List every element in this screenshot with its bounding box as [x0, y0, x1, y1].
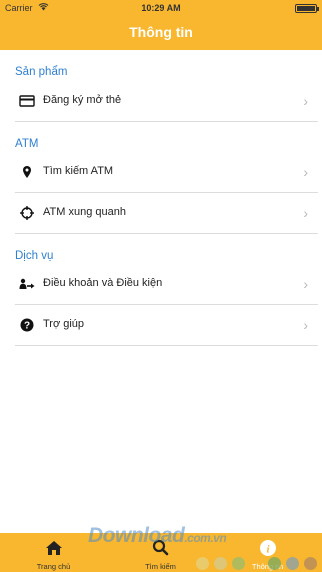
section-header-products: Sản phẩm — [15, 66, 68, 78]
list-item-terms[interactable]: Điều khoản và Điều kiện › — [15, 264, 318, 305]
crosshair-icon — [19, 206, 35, 220]
page-title: Thông tin — [129, 24, 193, 40]
list-item-help[interactable]: ? Trợ giúp › — [15, 305, 318, 346]
navigation-bar: Thông tin — [0, 16, 322, 50]
list-item-label: Điều khoản và Điều kiện — [43, 277, 163, 289]
watermark-logo: Download.com.vn — [88, 524, 227, 547]
location-pin-icon — [19, 165, 35, 179]
tab-label: Trang chủ — [36, 562, 71, 571]
chevron-right-icon: › — [303, 317, 308, 333]
home-icon — [44, 539, 64, 557]
chevron-right-icon: › — [303, 93, 308, 109]
watermark-dots — [196, 557, 322, 571]
list-item-label: ATM xung quanh — [43, 206, 126, 218]
list-item-register-card[interactable]: Đăng ký mở thẻ › — [15, 81, 318, 122]
terms-icon — [19, 277, 35, 291]
section-header-services: Dịch vụ — [15, 250, 54, 262]
info-icon: i — [258, 539, 278, 557]
battery-icon — [295, 4, 319, 13]
list-item-label: Trợ giúp — [43, 318, 85, 330]
svg-text:?: ? — [24, 321, 30, 332]
chevron-right-icon: › — [303, 276, 308, 292]
list-item-find-atm[interactable]: Tìm kiếm ATM › — [15, 152, 318, 193]
list-item-nearby-atm[interactable]: ATM xung quanh › — [15, 193, 318, 234]
chevron-right-icon: › — [303, 164, 308, 180]
help-icon: ? — [19, 318, 35, 332]
chevron-right-icon: › — [303, 205, 308, 221]
card-icon — [19, 94, 35, 108]
section-header-atm: ATM — [15, 138, 39, 150]
status-time: 10:29 AM — [141, 3, 181, 13]
status-bar: Carrier 10:29 AM — [0, 0, 322, 16]
list-item-label: Tìm kiếm ATM — [43, 165, 114, 177]
list-item-label: Đăng ký mở thẻ — [43, 94, 122, 106]
